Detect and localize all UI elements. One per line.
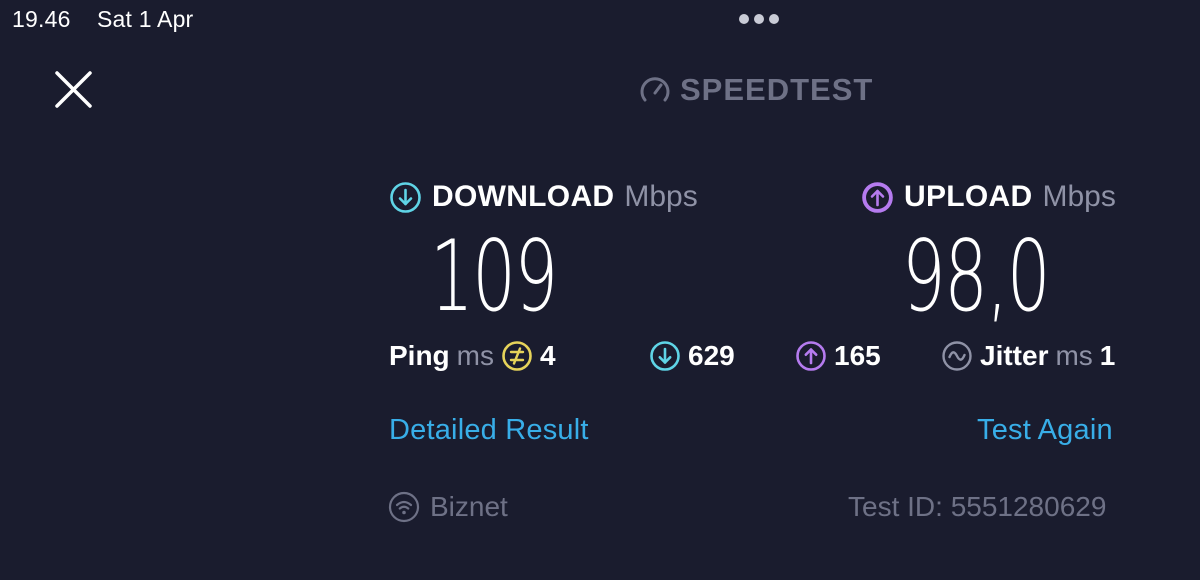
download-header: DOWNLOAD Mbps bbox=[389, 180, 698, 214]
jitter-unit: ms bbox=[1055, 340, 1093, 371]
isp-name: Biznet bbox=[430, 491, 508, 522]
jitter-value: 1 bbox=[1099, 340, 1116, 371]
arrow-up-circle-icon bbox=[862, 181, 893, 213]
speedtest-result-screen: 19.46 Sat 1 Apr SPEEDTEST DOWNLOAD Mbps bbox=[0, 0, 1200, 580]
ping-label: Ping bbox=[389, 340, 450, 371]
jitter-wave-icon bbox=[942, 341, 972, 371]
ping-download-stat: 629 bbox=[649, 340, 735, 372]
upload-speed-value: 98,0 bbox=[902, 220, 1051, 334]
ping-upload-stat: 165 bbox=[795, 340, 881, 372]
speedtest-logo: SPEEDTEST bbox=[638, 72, 873, 108]
download-label: DOWNLOAD bbox=[432, 180, 615, 213]
ping-download-value: 629 bbox=[688, 340, 735, 371]
download-speed-value: 109 bbox=[430, 220, 558, 334]
detailed-result-link[interactable]: Detailed Result bbox=[389, 414, 589, 447]
isp-info: Biznet bbox=[388, 491, 508, 523]
jitter-stat: Jitter ms 1 bbox=[941, 340, 1115, 372]
status-time: 19.46 bbox=[12, 6, 71, 32]
test-id: Test ID: 5551280629 bbox=[848, 491, 1107, 522]
ping-idle-value: 4 bbox=[540, 340, 556, 371]
arrow-down-circle-icon bbox=[390, 181, 421, 213]
arrow-down-circle-icon bbox=[650, 341, 680, 371]
idle-latency-icon bbox=[502, 341, 532, 371]
wifi-icon bbox=[388, 491, 420, 523]
ping-idle-stat: Ping ms 4 bbox=[389, 340, 556, 372]
brand-name: SPEEDTEST bbox=[680, 72, 874, 107]
ping-unit: ms bbox=[456, 340, 494, 371]
test-again-link[interactable]: Test Again bbox=[977, 414, 1113, 447]
arrow-up-circle-icon bbox=[796, 341, 826, 371]
status-date: Sat 1 Apr bbox=[97, 6, 194, 32]
close-icon bbox=[55, 71, 92, 108]
ping-upload-value: 165 bbox=[834, 340, 881, 371]
upload-header: UPLOAD Mbps bbox=[861, 180, 1116, 214]
upload-label: UPLOAD bbox=[904, 180, 1033, 213]
jitter-label: Jitter bbox=[980, 340, 1049, 371]
upload-unit: Mbps bbox=[1042, 180, 1116, 213]
multitasking-dots-icon[interactable] bbox=[739, 14, 783, 26]
gauge-icon bbox=[640, 77, 670, 102]
download-unit: Mbps bbox=[624, 180, 698, 213]
close-button[interactable] bbox=[52, 68, 96, 112]
